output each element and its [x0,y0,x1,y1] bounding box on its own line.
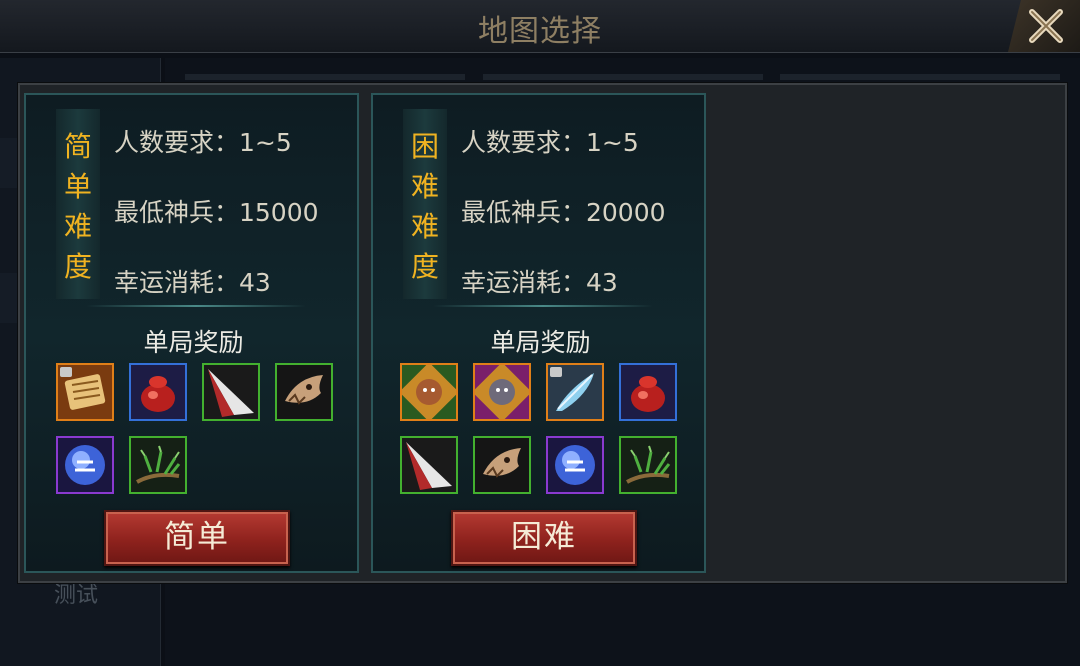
reward-item[interactable] [619,436,677,494]
herb-branch-icon [621,438,675,492]
min-power-requirement: 最低神兵：20000 [461,198,666,227]
close-icon [1029,9,1063,43]
reward-item[interactable] [202,363,260,421]
reward-item[interactable] [546,363,604,421]
luck-cost: 幸运消耗：43 [114,268,271,297]
reward-item[interactable] [56,363,114,421]
window-title: 地图选择 [478,14,602,49]
red-pouch-icon [621,365,675,419]
blade-shard-icon [204,365,258,419]
monkey-king-card-icon [402,365,456,419]
reward-item[interactable] [56,436,114,494]
player-requirement: 人数要求：1~5 [461,128,639,157]
blue-orb-icon [548,438,602,492]
player-requirement: 人数要求：1~5 [114,128,292,157]
reward-title: 单局奖励 [143,328,244,357]
hard-difficulty-card: 困难难度 人数要求：1~5 最低神兵：20000 幸运消耗：43 单局奖励 困难 [371,93,706,573]
lock-icon [60,367,72,377]
difficulty-label: 简单难度 [56,109,100,299]
reward-title: 单局奖励 [490,328,591,357]
easy-button[interactable]: 简单 [104,510,290,566]
reward-item[interactable] [619,363,677,421]
herb-branch-icon [131,438,185,492]
divider [433,305,653,307]
difficulty-label: 困难难度 [403,109,447,299]
reward-item[interactable] [546,436,604,494]
easy-difficulty-card: 简单难度 人数要求：1~5 最低神兵：15000 幸运消耗：43 单局奖励 简单 [24,93,359,573]
reward-item[interactable] [473,363,531,421]
red-pouch-icon [131,365,185,419]
warrior-card-icon [475,365,529,419]
blade-shard-icon [402,438,456,492]
beast-skull-icon [475,438,529,492]
luck-cost: 幸运消耗：43 [461,268,618,297]
blue-orb-icon [58,438,112,492]
title-bar: 地图选择 [0,0,1080,53]
reward-item[interactable] [129,363,187,421]
lock-icon [550,367,562,377]
hard-button[interactable]: 困难 [451,510,637,566]
reward-item[interactable] [400,363,458,421]
min-power-requirement: 最低神兵：15000 [114,198,319,227]
divider [86,305,306,307]
reward-item[interactable] [129,436,187,494]
map-select-panel: 简单难度 人数要求：1~5 最低神兵：15000 幸运消耗：43 单局奖励 简单… [18,83,1067,583]
beast-skull-icon [277,365,331,419]
reward-item[interactable] [400,436,458,494]
reward-item[interactable] [473,436,531,494]
reward-item[interactable] [275,363,333,421]
